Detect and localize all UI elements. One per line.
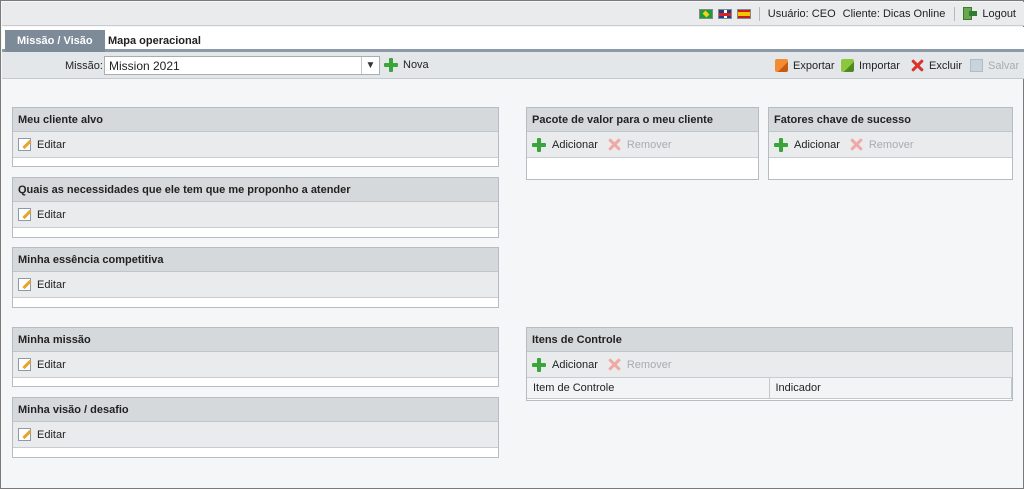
panel-toolbar: Adicionar Remover — [769, 132, 1012, 158]
logout-button[interactable]: Logout — [963, 7, 1016, 20]
panel-missao: Minha missão Editar — [12, 327, 499, 387]
edit-icon — [18, 278, 31, 291]
remove-button[interactable]: Remover — [608, 358, 672, 371]
divider — [954, 6, 956, 21]
add-label: Adicionar — [794, 138, 840, 151]
panel-itens-controle: Itens de Controle Adicionar Remover Item… — [526, 327, 1013, 401]
add-label: Adicionar — [552, 138, 598, 151]
panel-title: Minha visão / desafio — [13, 398, 498, 422]
panel-toolbar: Editar — [13, 272, 498, 298]
control-items-table: Item de Controle Indicador — [527, 378, 1012, 399]
edit-button[interactable]: Editar — [18, 138, 66, 151]
remove-label: Remover — [626, 358, 672, 371]
panel-fatores-chave: Fatores chave de sucesso Adicionar Remov… — [768, 107, 1013, 180]
remove-button[interactable]: Remover — [608, 138, 672, 151]
import-button[interactable]: Importar — [841, 59, 900, 72]
table-header-row: Item de Controle Indicador — [527, 378, 1012, 399]
panel-title: Quais as necessidades que ele tem que me… — [13, 178, 498, 202]
remove-icon — [608, 358, 621, 371]
panel-toolbar: Editar — [13, 202, 498, 228]
app-window: Usuário: CEO Cliente: Dicas Online Logou… — [0, 0, 1024, 489]
edit-icon — [18, 208, 31, 221]
panel-toolbar: Editar — [13, 422, 498, 448]
user-text: Usuário: CEO — [767, 7, 836, 20]
logout-icon — [963, 7, 978, 20]
panel-title: Meu cliente alvo — [13, 108, 498, 132]
add-icon — [532, 137, 546, 152]
add-icon — [774, 137, 788, 152]
remove-label: Remover — [626, 138, 672, 151]
add-icon — [532, 357, 546, 372]
logout-label: Logout — [982, 7, 1016, 20]
panel-title: Itens de Controle — [527, 328, 1012, 352]
add-button[interactable]: Adicionar — [774, 137, 840, 152]
toolbar: Missão: Mission 2021 ▼ Nova Exportar Imp… — [2, 52, 1024, 79]
edit-button[interactable]: Editar — [18, 208, 66, 221]
new-mission-label: Nova — [403, 59, 429, 71]
save-button[interactable]: Salvar — [970, 59, 1019, 72]
panel-toolbar: Adicionar Remover — [527, 132, 758, 158]
add-button[interactable]: Adicionar — [532, 357, 598, 372]
panel-title: Minha missão — [13, 328, 498, 352]
export-icon — [775, 59, 788, 72]
edit-button[interactable]: Editar — [18, 358, 66, 371]
delete-button[interactable]: Excluir — [911, 59, 962, 72]
tab-bar: Missão / Visão Mapa operacional — [2, 27, 1024, 52]
panel-toolbar: Adicionar Remover — [527, 352, 1012, 378]
delete-icon — [911, 59, 924, 72]
panel-visao: Minha visão / desafio Editar — [12, 397, 499, 458]
edit-icon — [18, 138, 31, 151]
panel-title: Pacote de valor para o meu cliente — [527, 108, 758, 132]
panel-title: Fatores chave de sucesso — [769, 108, 1012, 132]
edit-label: Editar — [37, 208, 66, 221]
panel-cliente-alvo: Meu cliente alvo Editar — [12, 107, 499, 167]
mission-label: Missão: — [65, 60, 103, 72]
client-text: Cliente: Dicas Online — [842, 7, 946, 20]
panel-necessidades: Quais as necessidades que ele tem que me… — [12, 177, 499, 238]
remove-button[interactable]: Remover — [850, 138, 914, 151]
mission-select-value: Mission 2021 — [109, 58, 180, 73]
panel-pacote-valor: Pacote de valor para o meu cliente Adici… — [526, 107, 759, 180]
save-icon — [970, 59, 983, 72]
edit-icon — [18, 428, 31, 441]
export-label: Exportar — [793, 59, 835, 72]
remove-icon — [608, 138, 621, 151]
edit-label: Editar — [37, 138, 66, 151]
remove-label: Remover — [868, 138, 914, 151]
mission-select[interactable]: Mission 2021 ▼ — [104, 56, 380, 75]
edit-icon — [18, 358, 31, 371]
panel-title: Minha essência competitiva — [13, 248, 498, 272]
edit-label: Editar — [37, 278, 66, 291]
delete-label: Excluir — [929, 59, 963, 72]
column-header-item[interactable]: Item de Controle — [527, 378, 770, 399]
new-mission-button[interactable]: Nova — [384, 58, 429, 72]
export-button[interactable]: Exportar — [775, 59, 835, 72]
uk-flag-icon[interactable] — [717, 8, 732, 19]
panel-essencia-competitiva: Minha essência competitiva Editar — [12, 247, 499, 308]
column-header-indicator[interactable]: Indicador — [769, 378, 1012, 399]
edit-label: Editar — [37, 428, 66, 441]
import-icon — [841, 59, 854, 72]
import-label: Importar — [859, 59, 900, 72]
save-label: Salvar — [988, 59, 1020, 72]
brazil-flag-icon[interactable] — [698, 8, 713, 19]
tab-missao-visao[interactable]: Missão / Visão — [5, 30, 105, 52]
edit-button[interactable]: Editar — [18, 428, 66, 441]
tab-mapa-operacional[interactable]: Mapa operacional — [96, 30, 213, 52]
remove-icon — [850, 138, 863, 151]
panel-toolbar: Editar — [13, 132, 498, 158]
spain-flag-icon[interactable] — [736, 8, 751, 19]
panel-toolbar: Editar — [13, 352, 498, 378]
add-icon — [384, 58, 398, 72]
divider — [758, 6, 760, 21]
add-label: Adicionar — [552, 358, 598, 371]
top-bar: Usuário: CEO Cliente: Dicas Online Logou… — [2, 2, 1024, 26]
edit-label: Editar — [37, 358, 66, 371]
chevron-down-icon[interactable]: ▼ — [361, 57, 379, 74]
add-button[interactable]: Adicionar — [532, 137, 598, 152]
edit-button[interactable]: Editar — [18, 278, 66, 291]
